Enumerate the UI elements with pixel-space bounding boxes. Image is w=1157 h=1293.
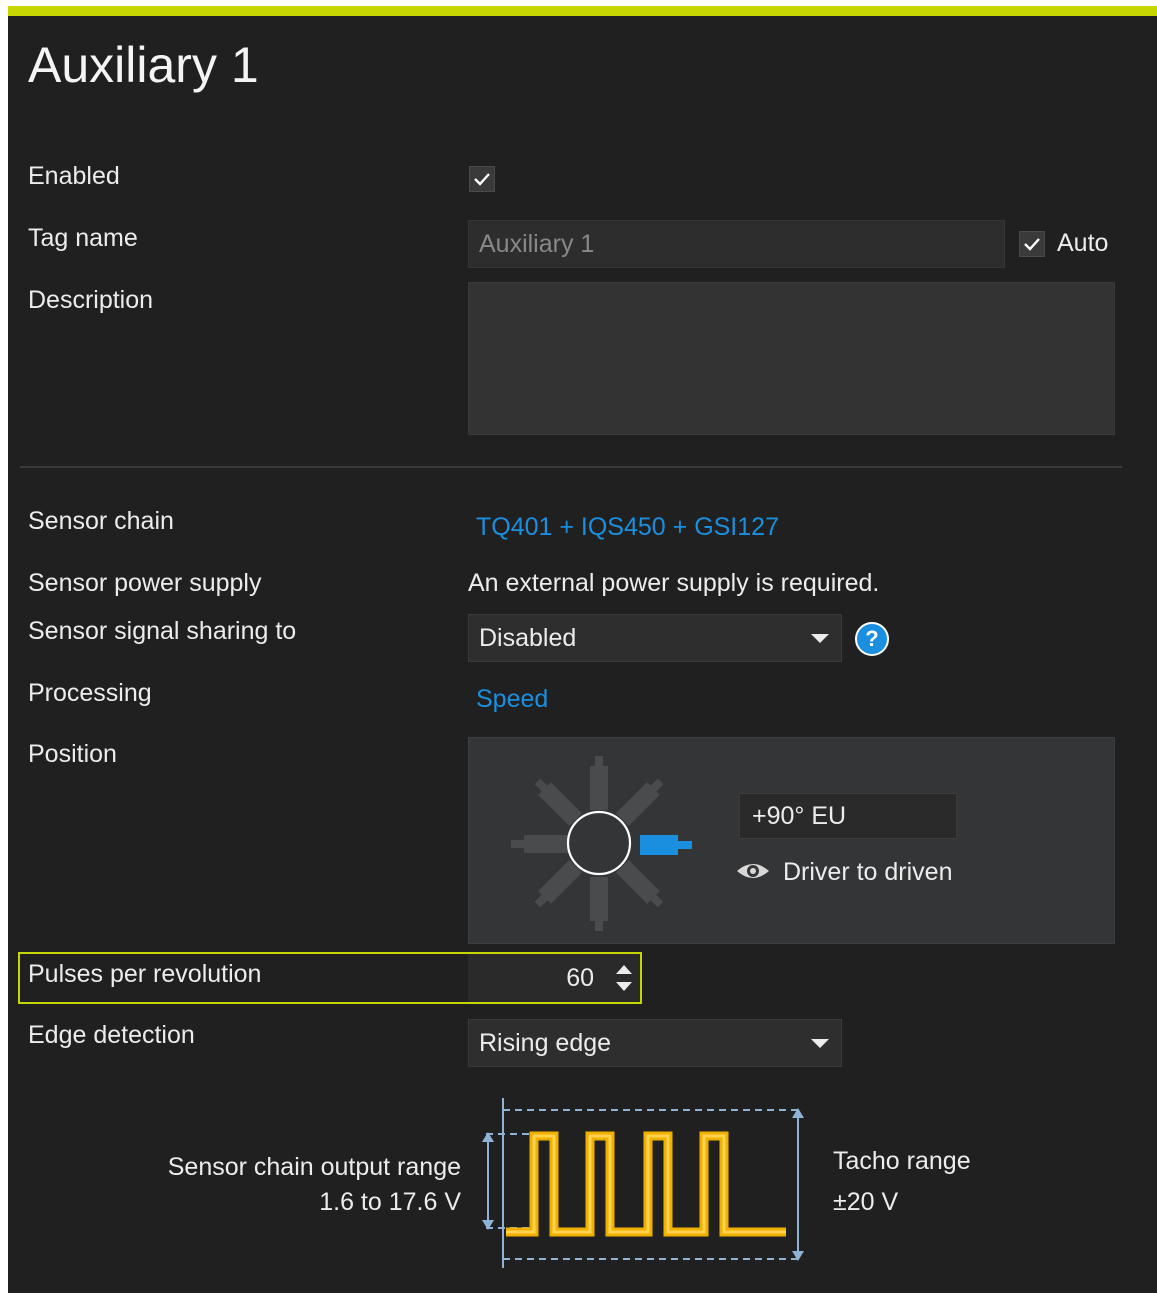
sensor-position-diagram[interactable] xyxy=(499,746,699,938)
sensor-power-supply-value: An external power supply is required. xyxy=(468,569,880,597)
position-view-label: Driver to driven xyxy=(783,858,953,886)
pulses-per-revolution-value: 60 xyxy=(566,963,594,992)
tag-name-input[interactable]: Auxiliary 1 xyxy=(468,220,1005,268)
section-divider xyxy=(20,466,1122,468)
edge-detection-label: Edge detection xyxy=(28,1021,195,1049)
output-range-label: Sensor chain output range xyxy=(167,1153,461,1181)
tacho-range-label: Tacho range xyxy=(833,1147,971,1175)
output-range-value: 1.6 to 17.6 V xyxy=(319,1188,461,1216)
description-label: Description xyxy=(28,286,154,314)
chevron-down-icon xyxy=(811,1039,829,1048)
auto-checkbox[interactable] xyxy=(1019,231,1045,257)
auxiliary-settings-panel: Auxiliary 1 Enabled Tag name Auxiliary 1… xyxy=(8,6,1157,1293)
sensor-signal-sharing-value: Disabled xyxy=(479,623,577,652)
pulses-per-revolution-label: Pulses per revolution xyxy=(28,960,262,988)
chevron-down-icon xyxy=(811,634,829,643)
check-icon xyxy=(474,173,490,186)
processing-label: Processing xyxy=(28,679,152,707)
sensor-signal-sharing-select[interactable]: Disabled xyxy=(468,614,842,662)
processing-link[interactable]: Speed xyxy=(476,685,548,714)
sensor-chain-link[interactable]: TQ401 + IQS450 + GSI127 xyxy=(476,513,779,542)
enabled-checkbox[interactable] xyxy=(469,166,495,192)
selected-sensor-marker xyxy=(640,835,678,855)
page-title: Auxiliary 1 xyxy=(28,37,259,93)
help-icon[interactable]: ? xyxy=(855,622,889,656)
sensor-chain-label: Sensor chain xyxy=(28,507,174,535)
enabled-label: Enabled xyxy=(28,162,120,190)
tacho-waveform-diagram xyxy=(482,1098,804,1268)
sensor-power-supply-label: Sensor power supply xyxy=(28,569,262,597)
tag-name-label: Tag name xyxy=(28,224,138,252)
tacho-range-value: ±20 V xyxy=(833,1188,899,1216)
description-textarea[interactable] xyxy=(468,282,1115,435)
check-icon xyxy=(1024,238,1040,251)
position-selector: +90° EU Driver to driven xyxy=(468,737,1115,944)
eye-icon[interactable] xyxy=(735,860,771,882)
spinner-arrows-icon[interactable] xyxy=(612,960,636,996)
position-label: Position xyxy=(28,740,117,768)
edge-detection-select[interactable]: Rising edge xyxy=(468,1019,842,1067)
edge-detection-value: Rising edge xyxy=(479,1028,612,1057)
position-angle-input[interactable]: +90° EU xyxy=(739,793,957,839)
waveform-line xyxy=(506,1131,786,1237)
auto-label: Auto xyxy=(1057,229,1109,257)
sensor-signal-sharing-label: Sensor signal sharing to xyxy=(28,617,297,645)
